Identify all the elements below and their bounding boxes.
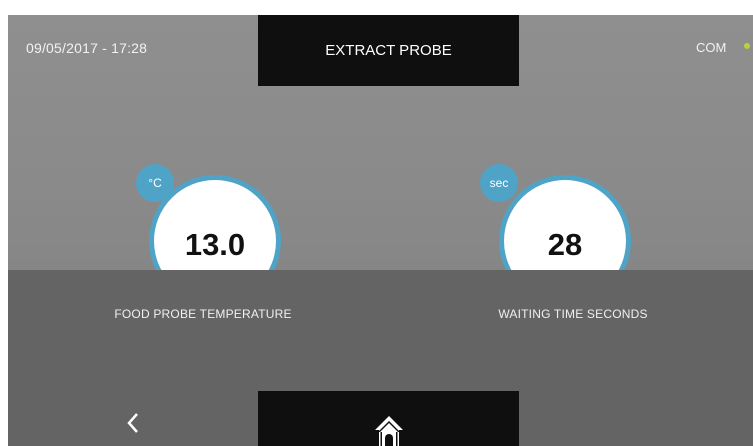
title-bar: EXTRACT PROBE: [258, 15, 519, 86]
temperature-value: 13.0: [184, 227, 246, 262]
waiting-time-unit: sec: [489, 176, 509, 190]
com-status-indicator: [744, 43, 750, 49]
chevron-left-icon: [127, 413, 138, 433]
waiting-time-caption: WAITING TIME SECONDS: [498, 307, 648, 321]
home-button[interactable]: [258, 391, 519, 446]
home-icon: [375, 416, 403, 446]
waiting-time-value: 28: [547, 227, 583, 262]
back-button[interactable]: [118, 408, 148, 438]
temperature-caption: FOOD PROBE TEMPERATURE: [114, 307, 292, 321]
datetime-display: 09/05/2017 - 17:28: [26, 40, 148, 56]
temperature-unit-badge: °C: [136, 164, 174, 202]
waiting-time-unit-badge: sec: [480, 164, 518, 202]
com-status-label: COM: [696, 40, 727, 55]
temperature-unit: °C: [148, 176, 162, 190]
device-screen: 09/05/2017 - 17:28 EXTRACT PROBE COM 13.…: [8, 15, 753, 446]
page-title: EXTRACT PROBE: [325, 42, 452, 59]
